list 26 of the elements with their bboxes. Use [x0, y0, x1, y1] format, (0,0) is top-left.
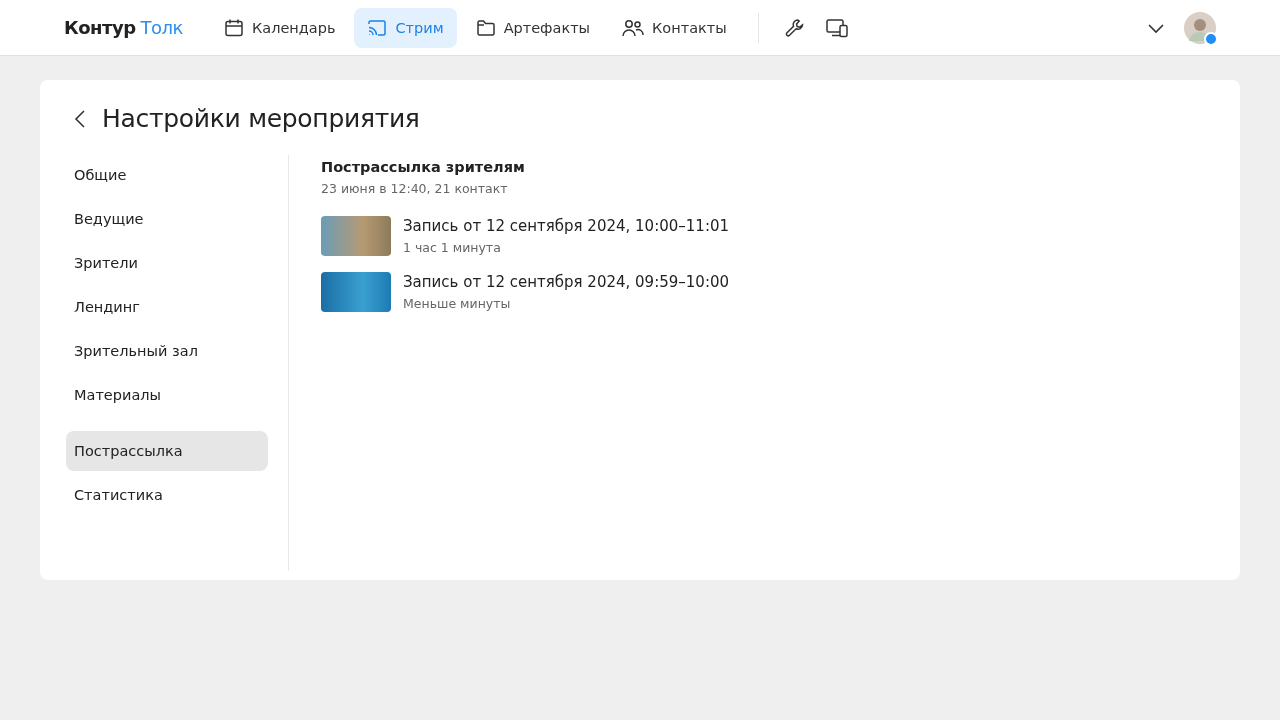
sidebar-item[interactable]: Зрители — [66, 243, 268, 283]
section-subtitle: 23 июня в 12:40, 21 контакт — [321, 181, 509, 196]
page-title: Настройки мероприятия — [102, 104, 420, 133]
sidebar-item[interactable]: Зрительный зал — [66, 331, 268, 371]
folder-icon — [475, 17, 496, 38]
sidebar-item[interactable]: Ведущие — [66, 199, 268, 239]
recording-title[interactable]: Запись от 12 сентября 2024, 09:59–10:00 — [403, 273, 730, 291]
nav-tab[interactable]: Календарь — [210, 7, 349, 48]
sidebar-item[interactable]: Пострассылка — [66, 431, 268, 471]
nav-tab[interactable]: Контакты — [609, 7, 740, 48]
sidebar-item[interactable]: Материалы — [66, 375, 268, 415]
nav-tab[interactable]: Артефакты — [462, 7, 604, 48]
section-title: Пострассылка зрителям — [321, 159, 526, 175]
calendar-icon — [223, 17, 244, 38]
back-icon[interactable] — [74, 108, 86, 129]
avatar[interactable] — [1184, 11, 1216, 44]
recording-duration: Меньше минуты — [403, 296, 512, 311]
sidebar-item[interactable]: Лендинг — [66, 287, 268, 327]
logo-product: Толк — [140, 17, 183, 38]
cast-icon — [367, 17, 388, 38]
recording-duration: 1 час 1 минута — [403, 240, 502, 255]
sidebar-item[interactable]: Статистика — [66, 475, 268, 515]
recording-title[interactable]: Запись от 12 сентября 2024, 10:00–11:01 — [403, 217, 730, 235]
sidebar-item[interactable]: Общие — [66, 155, 268, 195]
people-icon — [622, 17, 645, 38]
logo-brand: Контур — [64, 17, 136, 38]
